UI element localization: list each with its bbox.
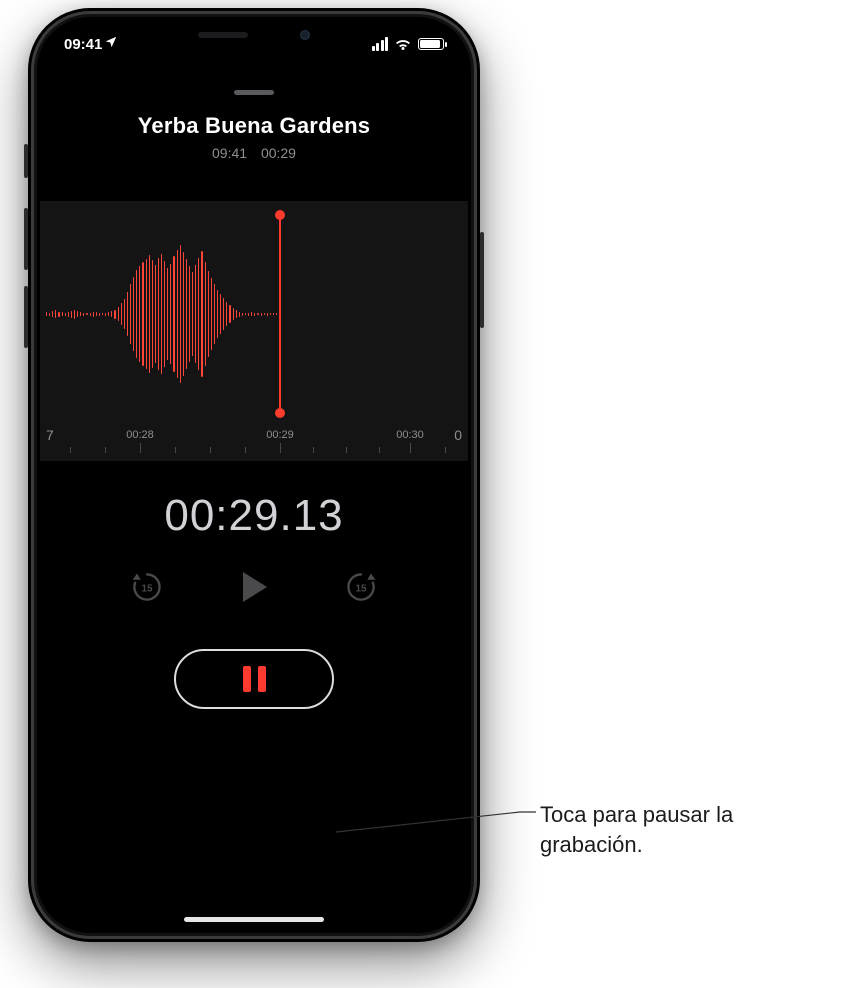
transport-controls: 15 15 (40, 567, 468, 607)
location-icon (104, 35, 118, 53)
ruler-label: 00:29 (266, 429, 294, 441)
pause-icon (243, 666, 266, 692)
cellular-icon (372, 37, 389, 51)
time-ruler: 7 00:28 00:29 00:30 0 (40, 427, 468, 453)
speaker-grille (198, 32, 248, 38)
recording-duration: 00:29 (261, 145, 296, 161)
waveform (40, 201, 280, 427)
wifi-icon (394, 37, 412, 51)
ruler-label: 00:28 (126, 429, 154, 441)
phone-frame: 09:41 Yerba Buena Garden (28, 8, 480, 942)
play-button[interactable] (234, 567, 274, 607)
svg-text:15: 15 (356, 584, 367, 595)
ruler-right-edge: 0 (454, 427, 462, 443)
volume-up-button (24, 208, 28, 270)
callout-text: Toca para pausar la grabación. (540, 800, 820, 859)
playhead-handle-bottom[interactable] (275, 408, 285, 418)
recording-meta: 09:41 00:29 (40, 145, 468, 161)
playhead-handle-top[interactable] (275, 210, 285, 220)
screen: 09:41 Yerba Buena Garden (40, 20, 468, 930)
skip-forward-15-button[interactable]: 15 (342, 568, 380, 606)
home-indicator[interactable] (184, 917, 324, 922)
waveform-area[interactable]: 7 00:28 00:29 00:30 0 (40, 201, 468, 461)
elapsed-timer: 00:29.13 (40, 491, 468, 541)
notch (154, 20, 354, 50)
ruler-left-edge: 7 (46, 427, 54, 443)
recording-title: Yerba Buena Gardens (40, 113, 468, 139)
skip-back-15-button[interactable]: 15 (128, 568, 166, 606)
recording-start-time: 09:41 (212, 145, 247, 161)
svg-text:15: 15 (142, 584, 153, 595)
voice-memos-recording-view: Yerba Buena Gardens 09:41 00:29 7 00:28 (40, 20, 468, 930)
volume-down-button (24, 286, 28, 348)
power-button (480, 232, 484, 328)
front-camera (300, 30, 310, 40)
pause-recording-button[interactable] (174, 649, 334, 709)
status-time: 09:41 (64, 36, 102, 53)
playhead[interactable] (279, 215, 281, 413)
silence-switch (24, 144, 28, 178)
battery-icon (418, 38, 444, 50)
ruler-label: 00:30 (396, 429, 424, 441)
sheet-grabber[interactable] (234, 90, 274, 95)
